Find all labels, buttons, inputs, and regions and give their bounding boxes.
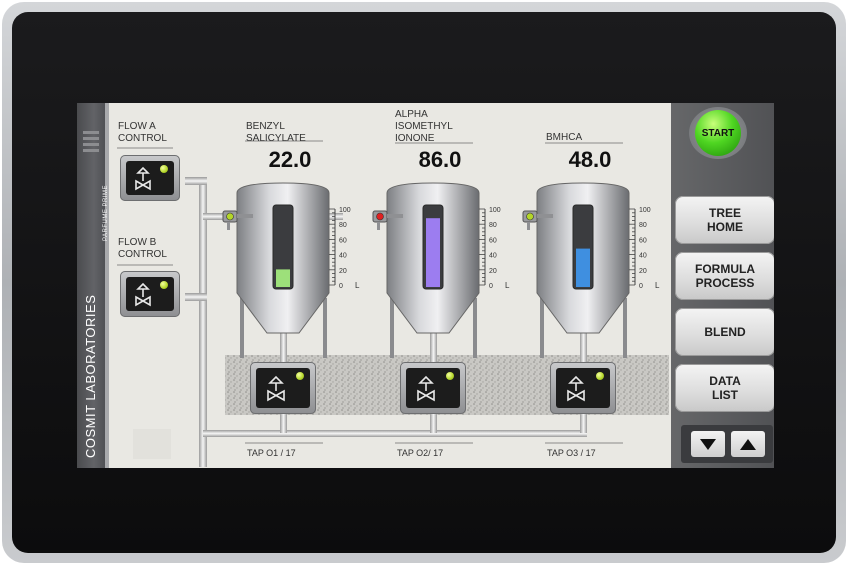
scale-tick-label: 60: [339, 237, 347, 244]
data-list-line1: DATA: [709, 374, 741, 388]
tap-3-label: TAP O3 / 17: [547, 448, 596, 458]
scale-tick-label: 100: [639, 207, 651, 214]
data-list-button[interactable]: DATA LIST: [675, 364, 774, 412]
blend-button[interactable]: BLEND: [675, 308, 774, 356]
tank-2-indicator-light: [376, 212, 384, 221]
flow-b-valve-button[interactable]: [120, 271, 180, 317]
indicator-stem: [227, 222, 230, 230]
scale-tick-label: 100: [489, 207, 501, 214]
flow-b-label-line1: FLOW B: [118, 237, 157, 248]
flow-a-label-line1: FLOW A: [118, 121, 156, 132]
flow-a-label: FLOW A CONTROL: [118, 121, 167, 145]
tank-3-value: 48.0: [568, 147, 612, 172]
tap-1-status-led: [296, 372, 304, 380]
scale-tick-label: 40: [639, 253, 647, 260]
scale-tick-label: 40: [339, 253, 347, 260]
arrow-up-icon: [740, 438, 756, 450]
scale-unit-label: L: [355, 281, 360, 290]
tank-3-indicator-light: [526, 212, 534, 221]
valve-face: [126, 161, 174, 195]
blend-line1: BLEND: [704, 325, 746, 339]
scale-tick-label: 20: [489, 268, 497, 275]
flow-b-status-led: [160, 281, 168, 289]
indicator-arm: [237, 214, 253, 218]
formula-process-line1: FORMULA: [695, 262, 755, 276]
start-button-bezel: START: [689, 107, 747, 159]
scale-tick-label: 40: [489, 253, 497, 260]
scroll-controls: [681, 425, 773, 463]
scale-tick-label: 0: [489, 283, 493, 290]
data-list-line2: LIST: [711, 388, 738, 402]
start-button[interactable]: START: [695, 110, 741, 156]
tap-3-status-led: [596, 372, 604, 380]
scale-tick-label: 80: [639, 222, 647, 229]
hmi-screen: COSMIT LABORATORIES PARFUME PRIME 100 80…: [77, 103, 774, 468]
flow-a-label-line2: CONTROL: [118, 133, 167, 144]
tank-2-name-line3: IONONE: [395, 133, 435, 144]
tank-2-name-line2: ISOMETHYL: [395, 121, 453, 132]
tree-home-line2: HOME: [707, 220, 743, 234]
tree-home-button[interactable]: TREE HOME: [675, 196, 774, 244]
valve-face: [126, 277, 174, 311]
arrow-down-icon: [700, 438, 716, 450]
tank-1-level-fill: [276, 269, 290, 287]
indicator-stem: [377, 222, 380, 230]
tank-1-name: BENZYL SALICYLATE: [246, 121, 306, 145]
scale-tick-label: 100: [339, 207, 351, 214]
tank-2-value: 86.0: [418, 147, 462, 172]
tank-3-name-line1: BMHCA: [546, 132, 583, 143]
scale-tick-label: 60: [639, 237, 647, 244]
scale-unit-label: L: [505, 281, 510, 290]
tap-1-valve-button[interactable]: [250, 362, 316, 414]
flow-a-valve-button[interactable]: [120, 155, 180, 201]
formula-process-button[interactable]: FORMULA PROCESS: [675, 252, 774, 300]
tank-3-name: BMHCA: [546, 132, 582, 144]
tank-1-indicator-light: [226, 212, 234, 221]
indicator-arm: [537, 214, 553, 218]
tank-3-level-fill: [576, 248, 590, 287]
tank-2-level-fill: [426, 218, 440, 287]
valve-face: [256, 368, 310, 408]
tank-1-value: 22.0: [268, 147, 312, 172]
tank-1-name-line1: BENZYL: [246, 121, 285, 132]
tap-2-status-led: [446, 372, 454, 380]
tank-1-name-line2: SALICYLATE: [246, 133, 306, 144]
valve-face: [406, 368, 460, 408]
scale-tick-label: 60: [489, 237, 497, 244]
scale-tick-label: 80: [489, 222, 497, 229]
scale-unit-label: L: [655, 281, 660, 290]
flow-a-status-led: [160, 165, 168, 173]
tap-2-label: TAP O2/ 17: [397, 448, 444, 458]
scale-tick-label: 80: [339, 222, 347, 229]
scale-tick-label: 20: [639, 268, 647, 275]
tap-2-valve-button[interactable]: [400, 362, 466, 414]
scroll-up-button[interactable]: [731, 431, 765, 457]
tap-1-label: TAP O1 / 17: [247, 448, 296, 458]
tree-home-line1: TREE: [708, 206, 741, 220]
tank-2-name: ALPHA ISOMETHYL IONONE: [395, 109, 453, 145]
indicator-stem: [527, 222, 530, 230]
formula-process-line2: PROCESS: [695, 276, 755, 290]
scroll-down-button[interactable]: [691, 431, 725, 457]
indicator-arm: [387, 214, 403, 218]
tap-3-valve-button[interactable]: [550, 362, 616, 414]
flow-b-label: FLOW B CONTROL: [118, 237, 167, 261]
flow-b-label-line2: CONTROL: [118, 249, 167, 260]
scale-tick-label: 20: [339, 268, 347, 275]
tank-2-name-line1: ALPHA: [395, 109, 428, 120]
scale-tick-label: 0: [639, 283, 643, 290]
scale-tick-label: 0: [339, 283, 343, 290]
valve-face: [556, 368, 610, 408]
